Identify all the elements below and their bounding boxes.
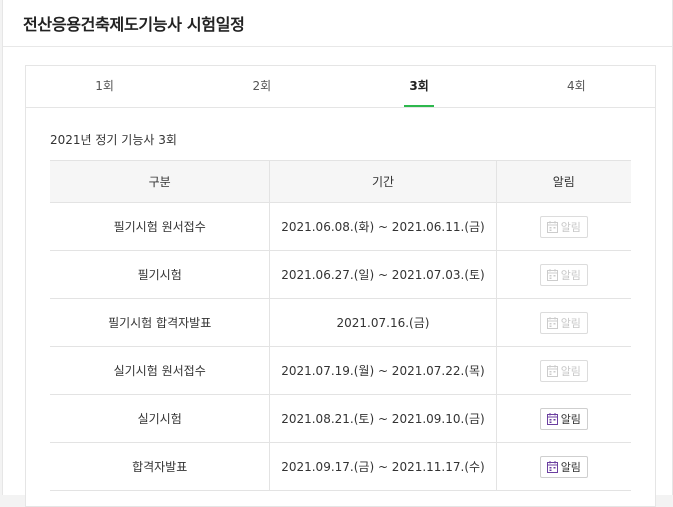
row-period: 2021.09.17.(금) ~ 2021.11.17.(수)	[269, 442, 497, 491]
header-category: 구분	[50, 160, 270, 203]
table-row: 필기시험 합격자발표 2021.07.16.(금) 알림	[50, 298, 631, 347]
row-period: 2021.08.21.(토) ~ 2021.09.10.(금)	[269, 394, 497, 443]
alarm-button-label: 알림	[560, 412, 581, 426]
tab-round-2[interactable]: 2회	[183, 66, 340, 107]
table-header-row: 구분 기간 알림	[50, 160, 631, 203]
alarm-button[interactable]: 알림	[539, 311, 588, 334]
header-divider	[3, 46, 672, 47]
row-alarm-cell: 알림	[495, 346, 631, 395]
alarm-button-label: 알림	[560, 268, 581, 282]
round-tabs: 1회 2회 3회 4회	[26, 66, 655, 108]
tab-round-3[interactable]: 3회	[341, 66, 498, 107]
table-row: 실기시험 2021.08.21.(토) ~ 2021.09.10.(금) 알림	[50, 394, 631, 443]
row-period: 2021.07.19.(월) ~ 2021.07.22.(목)	[269, 346, 497, 395]
alarm-button[interactable]: 알림	[539, 215, 588, 238]
row-category: 필기시험	[50, 250, 270, 299]
table-row: 필기시험 2021.06.27.(일) ~ 2021.07.03.(토) 알림	[50, 250, 631, 299]
row-alarm-cell: 알림	[495, 250, 631, 299]
alarm-button-label: 알림	[560, 460, 581, 474]
row-period: 2021.06.27.(일) ~ 2021.07.03.(토)	[269, 250, 497, 299]
row-category: 필기시험 합격자발표	[50, 298, 270, 347]
alarm-button-label: 알림	[560, 316, 581, 330]
calendar-icon	[546, 460, 558, 473]
row-period: 2021.06.08.(화) ~ 2021.06.11.(금)	[269, 202, 497, 251]
row-alarm-cell: 알림	[495, 298, 631, 347]
header-alarm: 알림	[495, 160, 631, 203]
schedule-card: 전산응용건축제도기능사 시험일정 1회 2회 3회 4회 2021년 정기 기능…	[2, 0, 673, 507]
table-row: 필기시험 원서접수 2021.06.08.(화) ~ 2021.06.11.(금)…	[50, 202, 631, 251]
alarm-button-label: 알림	[560, 364, 581, 378]
calendar-icon	[546, 412, 558, 425]
schedule-table: 구분 기간 알림 필기시험 원서접수 2021.06.08.(화) ~ 2021.…	[50, 160, 631, 491]
alarm-button[interactable]: 알림	[539, 455, 588, 478]
row-alarm-cell: 알림	[495, 442, 631, 491]
row-category: 필기시험 원서접수	[50, 202, 270, 251]
calendar-icon	[546, 316, 558, 329]
row-category: 실기시험	[50, 394, 270, 443]
calendar-icon	[546, 220, 558, 233]
calendar-icon	[546, 364, 558, 377]
row-alarm-cell: 알림	[495, 394, 631, 443]
table-row: 실기시험 원서접수 2021.07.19.(월) ~ 2021.07.22.(목)…	[50, 346, 631, 395]
tab-round-1[interactable]: 1회	[26, 66, 183, 107]
header-period: 기간	[269, 160, 497, 203]
row-category: 실기시험 원서접수	[50, 346, 270, 395]
schedule-panel: 1회 2회 3회 4회 2021년 정기 기능사 3회 구분 기간 알림 필기시…	[25, 65, 656, 507]
row-category: 합격자발표	[50, 442, 270, 491]
table-row: 합격자발표 2021.09.17.(금) ~ 2021.11.17.(수) 알림	[50, 442, 631, 491]
row-alarm-cell: 알림	[495, 202, 631, 251]
alarm-button[interactable]: 알림	[539, 263, 588, 286]
section-title: 2021년 정기 기능사 3회	[50, 133, 177, 147]
calendar-icon	[546, 268, 558, 281]
tab-round-4[interactable]: 4회	[498, 66, 655, 107]
page-title: 전산응용건축제도기능사 시험일정	[23, 15, 245, 34]
alarm-button[interactable]: 알림	[539, 407, 588, 430]
alarm-button[interactable]: 알림	[539, 359, 588, 382]
row-period: 2021.07.16.(금)	[269, 298, 497, 347]
alarm-button-label: 알림	[560, 220, 581, 234]
